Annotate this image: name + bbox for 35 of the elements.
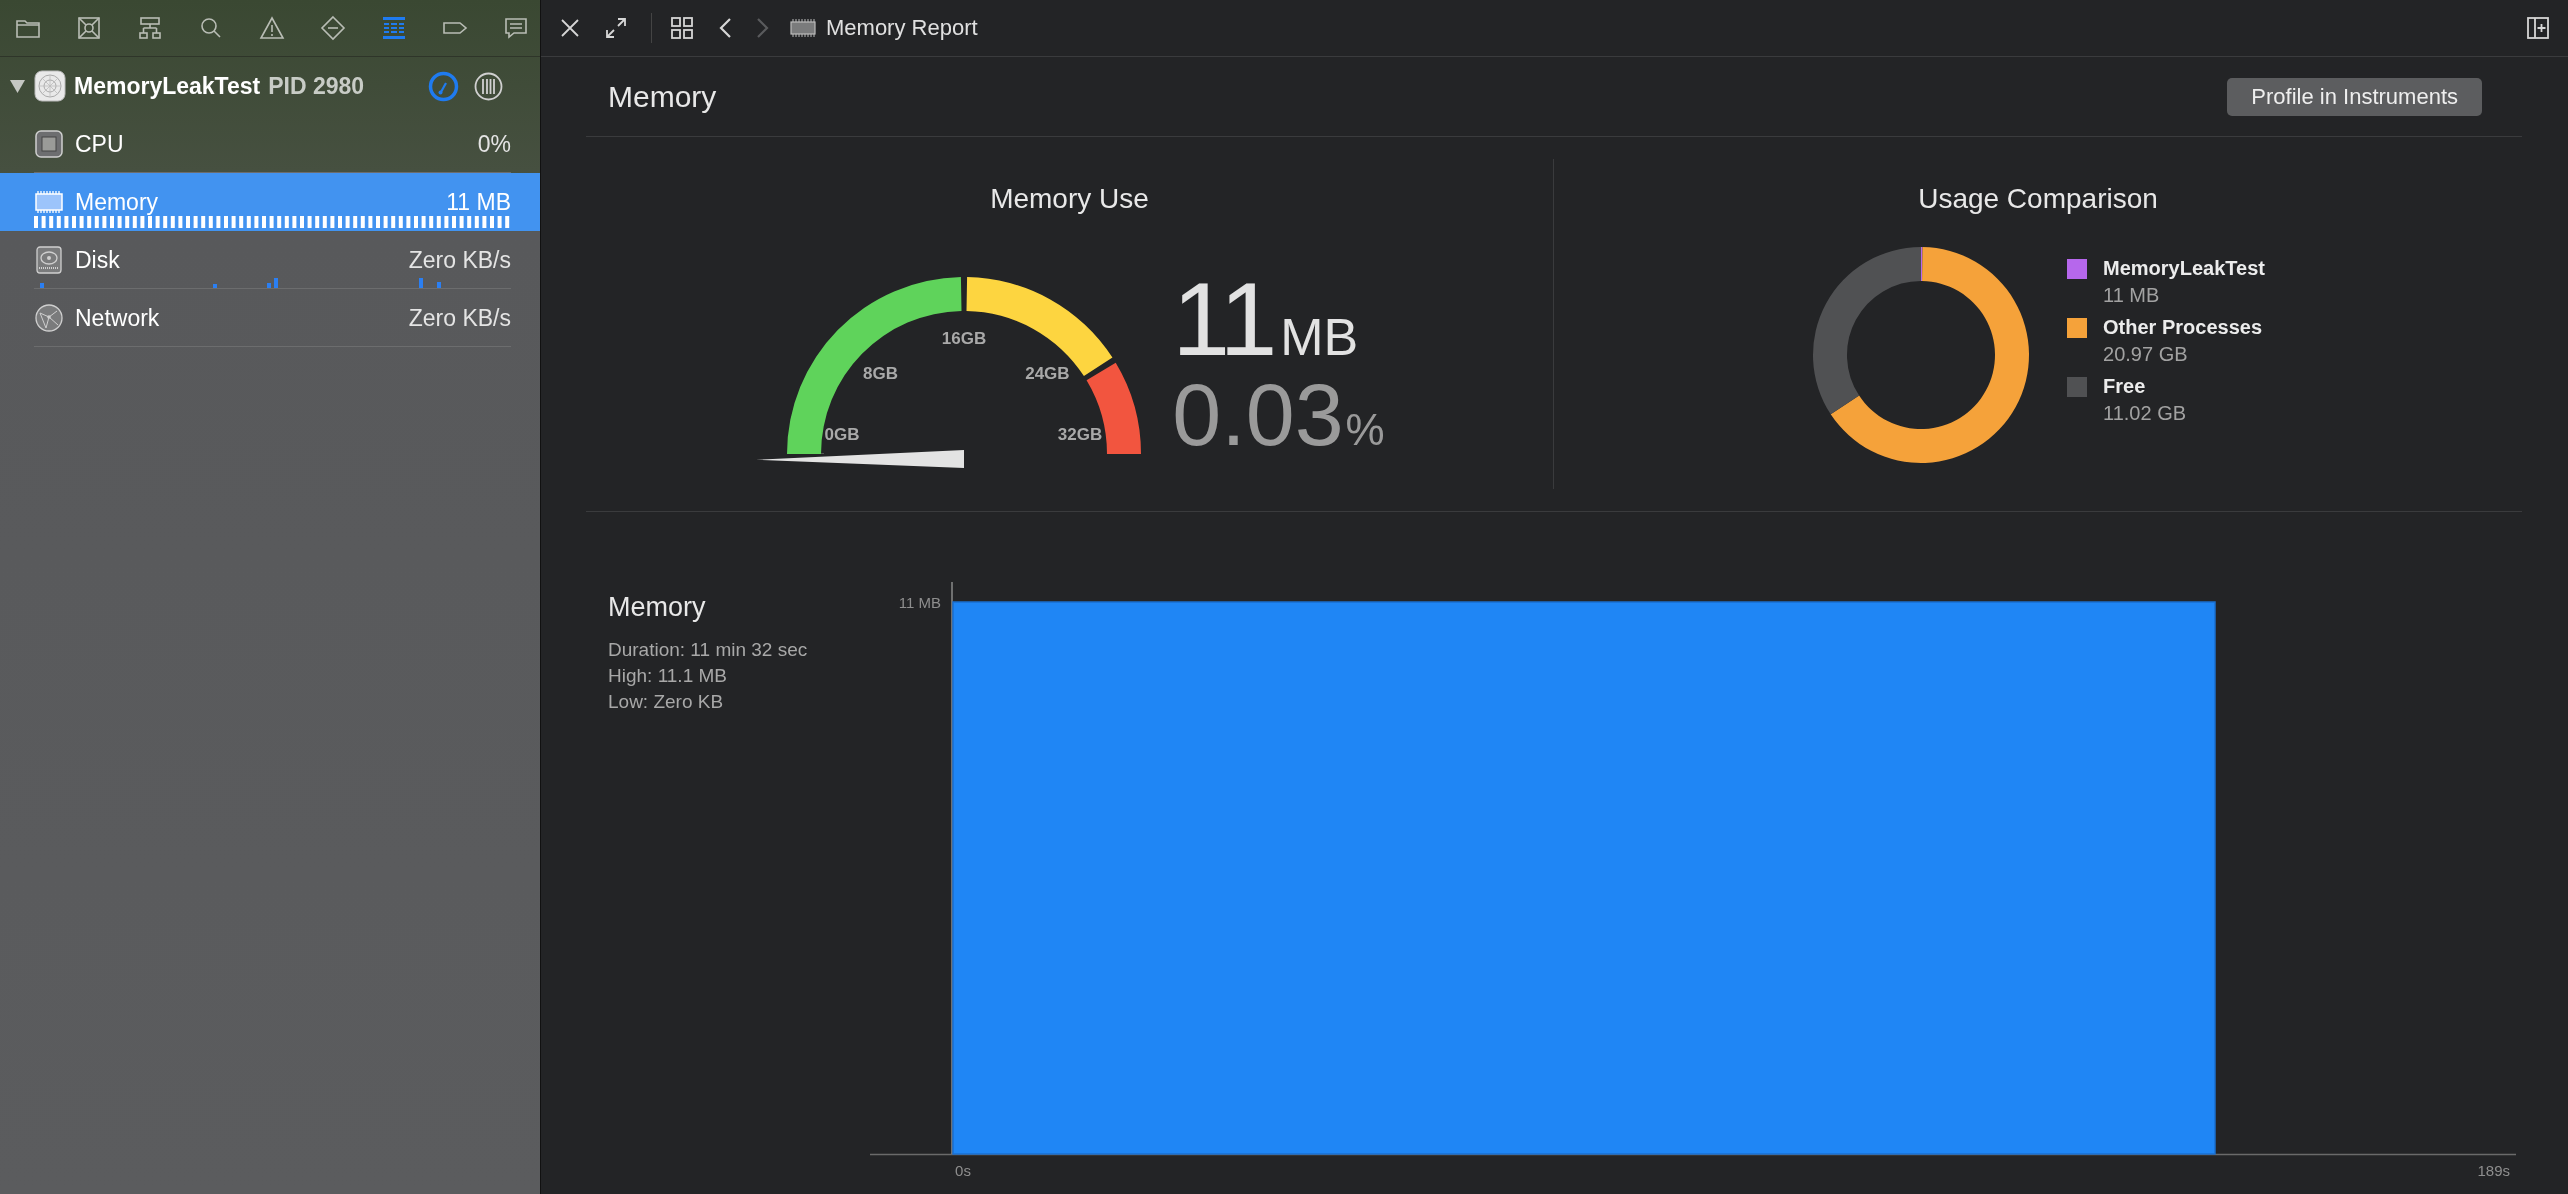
legend-value: 20.97 GB bbox=[2103, 343, 2189, 366]
chart-stat: Low: Zero KB bbox=[608, 690, 725, 714]
chart-title: Memory bbox=[608, 592, 707, 623]
chart-stat: High: 11.1 MB bbox=[608, 664, 728, 688]
memory-unit: MB bbox=[1280, 311, 1359, 363]
legend-label: MemoryLeakTest bbox=[2103, 257, 2265, 280]
gauge-label: Disk bbox=[75, 246, 120, 274]
process-id: PID 2980 bbox=[268, 72, 365, 100]
gauge-label: Memory bbox=[75, 188, 159, 216]
gauge-tick-label: 32GB bbox=[1058, 425, 1103, 444]
x-axis-label: 189s bbox=[2477, 1162, 2510, 1179]
section-title: Memory Use bbox=[990, 183, 1149, 215]
gauge-tick-label: 16GB bbox=[942, 329, 987, 348]
memory-percent: 0.03 bbox=[1172, 371, 1344, 459]
process-name: MemoryLeakTest bbox=[74, 72, 261, 100]
memory-value: 11 bbox=[1172, 267, 1275, 371]
gauge-reading: 11 MB bbox=[446, 188, 511, 216]
percent-sign: % bbox=[1345, 408, 1385, 452]
gauge-label: CPU bbox=[75, 130, 124, 158]
legend-value: 11 MB bbox=[2103, 284, 2161, 307]
section-title: Usage Comparison bbox=[1918, 183, 2158, 215]
gauge-tick-label: 24GB bbox=[1025, 363, 1070, 383]
x-axis-label: 0s bbox=[955, 1162, 971, 1179]
legend-value: 11.02 GB bbox=[2103, 402, 2188, 425]
gauge-label: Network bbox=[75, 304, 160, 332]
y-axis-label: 11 MB bbox=[898, 594, 941, 611]
gauge-tick-label: 8GB bbox=[863, 363, 899, 383]
legend-label: Other Processes bbox=[2103, 316, 2263, 339]
gauge-reading: Zero KB/s bbox=[408, 246, 511, 274]
gauge-reading: 0% bbox=[477, 130, 511, 158]
gauge-tick-label: 0GB bbox=[824, 425, 860, 444]
chart-stat: Duration: 11 min 32 sec bbox=[608, 638, 809, 662]
gauge-reading: Zero KB/s bbox=[408, 304, 511, 332]
legend-label: Free bbox=[2103, 375, 2147, 398]
report-title: Memory bbox=[608, 79, 717, 114]
